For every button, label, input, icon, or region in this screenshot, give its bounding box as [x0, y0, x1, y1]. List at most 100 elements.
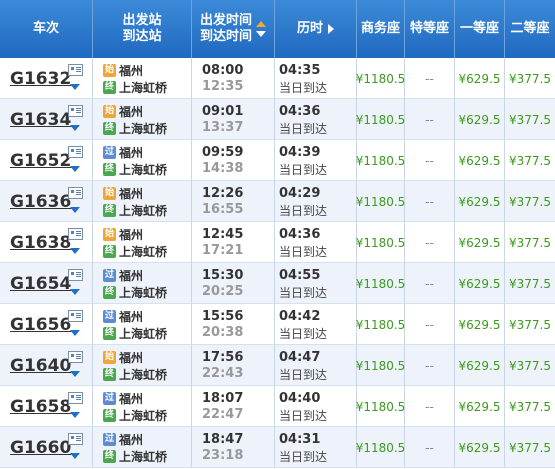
train-number-link[interactable]: G1658: [10, 397, 71, 417]
train-number-link[interactable]: G1634: [10, 110, 71, 130]
start-station-badge-icon: 始: [103, 228, 116, 241]
train-info-icon[interactable]: [68, 351, 83, 363]
train-number-link[interactable]: G1660: [10, 438, 71, 458]
train-number-link[interactable]: G1652: [10, 151, 71, 171]
first-class-price[interactable]: ¥629.5: [455, 181, 505, 222]
sort-down-icon[interactable]: [256, 31, 266, 37]
second-class-price[interactable]: ¥377.5: [505, 304, 555, 345]
business-price[interactable]: ¥1180.5: [356, 140, 405, 181]
from-station-name: 福州: [119, 269, 144, 283]
expand-stops-icon[interactable]: [70, 453, 80, 459]
expand-stops-icon[interactable]: [70, 125, 80, 131]
second-class-price[interactable]: ¥377.5: [505, 345, 555, 386]
second-class-price[interactable]: ¥377.5: [505, 386, 555, 427]
train-number-link[interactable]: G1632: [10, 69, 71, 89]
business-price[interactable]: ¥1180.5: [356, 222, 405, 263]
header-special: 特等座: [405, 0, 455, 58]
second-class-price[interactable]: ¥377.5: [505, 427, 555, 468]
header-times[interactable]: 出发时间 到达时间: [192, 0, 275, 58]
train-number-link[interactable]: G1654: [10, 274, 71, 294]
duration-cell: 04:36 当日到达: [275, 222, 357, 263]
expand-stops-icon[interactable]: [70, 289, 80, 295]
expand-stops-icon[interactable]: [70, 84, 80, 90]
train-info-icon[interactable]: [68, 228, 83, 240]
duration-cell: 04:39 当日到达: [275, 140, 357, 181]
train-info-icon[interactable]: [68, 105, 83, 117]
expand-stops-icon[interactable]: [70, 207, 80, 213]
duration-cell: 04:40 当日到达: [275, 386, 357, 427]
stations-cell: 过福州终上海虹桥: [93, 386, 192, 427]
header-to-label: 到达站: [122, 29, 162, 44]
train-info-icon[interactable]: [68, 310, 83, 322]
departure-time: 15:30: [202, 268, 244, 283]
expand-stops-icon[interactable]: [70, 166, 80, 172]
business-price[interactable]: ¥1180.5: [356, 345, 405, 386]
first-class-price[interactable]: ¥629.5: [455, 99, 505, 140]
first-class-price[interactable]: ¥629.5: [455, 58, 505, 99]
end-station-badge-icon: 终: [103, 450, 116, 463]
first-class-price[interactable]: ¥629.5: [455, 345, 505, 386]
second-class-price[interactable]: ¥377.5: [505, 99, 555, 140]
end-station-badge-icon: 终: [103, 327, 116, 340]
first-class-price[interactable]: ¥629.5: [455, 222, 505, 263]
first-class-price[interactable]: ¥629.5: [455, 304, 505, 345]
expand-stops-icon[interactable]: [70, 248, 80, 254]
sort-right-icon[interactable]: [328, 24, 334, 34]
train-info-icon[interactable]: [68, 64, 83, 76]
header-duration-label: 历时: [296, 21, 323, 36]
second-class-price[interactable]: ¥377.5: [505, 181, 555, 222]
second-class-price[interactable]: ¥377.5: [505, 222, 555, 263]
start-station-badge-icon: 始: [103, 187, 116, 200]
first-class-price[interactable]: ¥629.5: [455, 263, 505, 304]
special-price: --: [405, 99, 455, 140]
from-station-name: 福州: [119, 187, 144, 201]
times-cell: 15:30 20:25: [192, 263, 275, 304]
header-train[interactable]: 车次: [0, 0, 93, 58]
time-sort-control[interactable]: 出发时间 到达时间: [200, 13, 266, 45]
train-info-icon[interactable]: [68, 269, 83, 281]
train-number-link[interactable]: G1656: [10, 315, 71, 335]
header-duration[interactable]: 历时: [275, 0, 357, 58]
business-price[interactable]: ¥1180.5: [356, 263, 405, 304]
train-info-icon[interactable]: [68, 392, 83, 404]
second-class-price[interactable]: ¥377.5: [505, 263, 555, 304]
business-price[interactable]: ¥1180.5: [356, 304, 405, 345]
business-price[interactable]: ¥1180.5: [356, 427, 405, 468]
business-price[interactable]: ¥1180.5: [356, 99, 405, 140]
table-row: G1634 始福州终上海虹桥 09:01 13:37 04:36 当日到达 ¥1180.5-…: [0, 99, 555, 140]
train-number-link[interactable]: G1636: [10, 192, 71, 212]
first-class-price[interactable]: ¥629.5: [455, 140, 505, 181]
arrival-time: 20:38: [202, 325, 244, 340]
from-station: 始福州: [103, 349, 143, 366]
departure-time: 09:01: [202, 104, 244, 119]
expand-stops-icon[interactable]: [70, 371, 80, 377]
departure-time: 12:26: [202, 186, 244, 201]
sort-arrows[interactable]: [256, 21, 266, 37]
to-station: 终上海虹桥: [103, 325, 167, 342]
to-station: 终上海虹桥: [103, 161, 167, 178]
special-price: --: [405, 140, 455, 181]
expand-stops-icon[interactable]: [70, 412, 80, 418]
train-number-link[interactable]: G1638: [10, 233, 71, 253]
arrival-day: 当日到达: [279, 368, 328, 382]
departure-time: 09:59: [202, 145, 244, 160]
expand-stops-icon[interactable]: [70, 330, 80, 336]
train-info-icon[interactable]: [68, 146, 83, 158]
second-class-price[interactable]: ¥377.5: [505, 58, 555, 99]
stations-cell: 始福州终上海虹桥: [93, 181, 192, 222]
stations-cell: 过福州终上海虹桥: [93, 263, 192, 304]
second-class-price[interactable]: ¥377.5: [505, 140, 555, 181]
business-price[interactable]: ¥1180.5: [356, 386, 405, 427]
train-info-icon[interactable]: [68, 187, 83, 199]
train-number-link[interactable]: G1640: [10, 356, 71, 376]
train-info-icon[interactable]: [68, 433, 83, 445]
sort-up-icon[interactable]: [256, 21, 266, 27]
first-class-price[interactable]: ¥629.5: [455, 427, 505, 468]
business-price[interactable]: ¥1180.5: [356, 58, 405, 99]
departure-time: 15:56: [202, 309, 244, 324]
from-station: 过福州: [103, 267, 143, 284]
business-price[interactable]: ¥1180.5: [356, 181, 405, 222]
train-results-table: 车次 出发站 到达站 出发时间 到达时间 历时 商务座 特等座 一等座 二等座 …: [0, 0, 555, 469]
first-class-price[interactable]: ¥629.5: [455, 386, 505, 427]
times-cell: 12:45 17:21: [192, 222, 275, 263]
